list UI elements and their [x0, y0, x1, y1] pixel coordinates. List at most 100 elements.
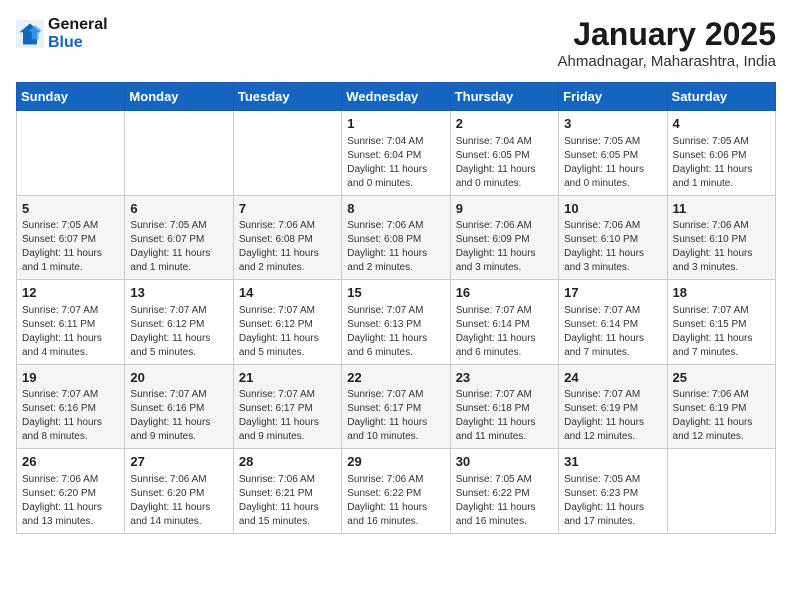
calendar-cell: 12Sunrise: 7:07 AM Sunset: 6:11 PM Dayli…: [17, 280, 125, 365]
weekday-header-sunday: Sunday: [17, 83, 125, 111]
calendar-cell: 22Sunrise: 7:07 AM Sunset: 6:17 PM Dayli…: [342, 364, 450, 449]
day-number: 25: [673, 369, 770, 387]
calendar-cell: 7Sunrise: 7:06 AM Sunset: 6:08 PM Daylig…: [233, 195, 341, 280]
calendar-cell: [17, 111, 125, 196]
day-info: Sunrise: 7:05 AM Sunset: 6:06 PM Dayligh…: [673, 135, 770, 191]
calendar-cell: [125, 111, 233, 196]
month-title: January 2025: [558, 16, 776, 53]
day-number: 22: [347, 369, 444, 387]
day-info: Sunrise: 7:06 AM Sunset: 6:08 PM Dayligh…: [347, 219, 444, 275]
calendar-cell: 14 Sunrise: 7:07 AM Sunset: 6:12 PM Dayli…: [233, 280, 341, 365]
page-header: General Blue January 2025 Ahmadnagar, Ma…: [16, 16, 776, 70]
day-number: 17: [564, 284, 661, 302]
day-info: Sunrise: 7:07 AM Sunset: 6:17 PM Dayligh…: [239, 388, 336, 444]
calendar-cell: 24Sunrise: 7:07 AM Sunset: 6:19 PM Dayli…: [559, 364, 667, 449]
day-number: 10: [564, 200, 661, 218]
day-info: Sunrise: 7:05 AM Sunset: 6:07 PM Dayligh…: [22, 219, 119, 275]
day-info: Sunrise: 7:05 AM Sunset: 6:05 PM Dayligh…: [564, 135, 661, 191]
calendar-cell: 3 Sunrise: 7:05 AM Sunset: 6:05 PM Daylig…: [559, 111, 667, 196]
calendar-cell: 27 Sunrise: 7:06 AM Sunset: 6:20 PM Dayli…: [125, 449, 233, 534]
day-number: 29: [347, 453, 444, 471]
weekday-header-friday: Friday: [559, 83, 667, 111]
day-info: Sunrise: 7:06 AM Sunset: 6:09 PM Dayligh…: [456, 219, 553, 275]
calendar-cell: 25Sunrise: 7:06 AM Sunset: 6:19 PM Dayli…: [667, 364, 775, 449]
day-number: 4: [673, 115, 770, 133]
day-number: 23: [456, 369, 553, 387]
day-info: Sunrise: 7:04 AM Sunset: 6:05 PM Dayligh…: [456, 135, 553, 191]
day-number: 19: [22, 369, 119, 387]
day-number: 30: [456, 453, 553, 471]
weekday-header-monday: Monday: [125, 83, 233, 111]
calendar-cell: 31Sunrise: 7:05 AM Sunset: 6:23 PM Dayli…: [559, 449, 667, 534]
calendar-cell: 16 Sunrise: 7:07 AM Sunset: 6:14 PM Dayli…: [450, 280, 558, 365]
calendar-week-row: 1Sunrise: 7:04 AM Sunset: 6:04 PM Daylig…: [17, 111, 776, 196]
calendar-cell: 23Sunrise: 7:07 AM Sunset: 6:18 PM Dayli…: [450, 364, 558, 449]
day-number: 13: [130, 284, 227, 302]
day-number: 14: [239, 284, 336, 302]
calendar-table: SundayMondayTuesdayWednesdayThursdayFrid…: [16, 82, 776, 534]
calendar-week-row: 12Sunrise: 7:07 AM Sunset: 6:11 PM Dayli…: [17, 280, 776, 365]
calendar-cell: 17 Sunrise: 7:07 AM Sunset: 6:14 PM Dayli…: [559, 280, 667, 365]
logo: General Blue: [16, 16, 108, 52]
calendar-week-row: 26 Sunrise: 7:06 AM Sunset: 6:20 PM Dayli…: [17, 449, 776, 534]
calendar-cell: 18 Sunrise: 7:07 AM Sunset: 6:15 PM Dayli…: [667, 280, 775, 365]
day-info: Sunrise: 7:06 AM Sunset: 6:21 PM Dayligh…: [239, 473, 336, 529]
day-number: 28: [239, 453, 336, 471]
day-info: Sunrise: 7:06 AM Sunset: 6:20 PM Dayligh…: [22, 473, 119, 529]
day-number: 1: [347, 115, 444, 133]
day-info: Sunrise: 7:06 AM Sunset: 6:10 PM Dayligh…: [673, 219, 770, 275]
calendar-cell: 30 Sunrise: 7:05 AM Sunset: 6:22 PM Dayli…: [450, 449, 558, 534]
calendar-cell: 20Sunrise: 7:07 AM Sunset: 6:16 PM Dayli…: [125, 364, 233, 449]
weekday-header-row: SundayMondayTuesdayWednesdayThursdayFrid…: [17, 83, 776, 111]
day-info: Sunrise: 7:07 AM Sunset: 6:18 PM Dayligh…: [456, 388, 553, 444]
logo-icon: [16, 20, 44, 48]
day-info: Sunrise: 7:07 AM Sunset: 6:15 PM Dayligh…: [673, 304, 770, 360]
calendar-cell: [667, 449, 775, 534]
weekday-header-saturday: Saturday: [667, 83, 775, 111]
calendar-cell: 26 Sunrise: 7:06 AM Sunset: 6:20 PM Dayli…: [17, 449, 125, 534]
location-subtitle: Ahmadnagar, Maharashtra, India: [558, 53, 776, 70]
day-number: 3: [564, 115, 661, 133]
day-info: Sunrise: 7:05 AM Sunset: 6:07 PM Dayligh…: [130, 219, 227, 275]
day-number: 26: [22, 453, 119, 471]
day-info: Sunrise: 7:07 AM Sunset: 6:19 PM Dayligh…: [564, 388, 661, 444]
calendar-cell: 8Sunrise: 7:06 AM Sunset: 6:08 PM Daylig…: [342, 195, 450, 280]
day-number: 9: [456, 200, 553, 218]
day-number: 6: [130, 200, 227, 218]
day-number: 8: [347, 200, 444, 218]
day-info: Sunrise: 7:07 AM Sunset: 6:12 PM Dayligh…: [130, 304, 227, 360]
day-number: 15: [347, 284, 444, 302]
calendar-cell: 5Sunrise: 7:05 AM Sunset: 6:07 PM Daylig…: [17, 195, 125, 280]
calendar-cell: 11Sunrise: 7:06 AM Sunset: 6:10 PM Dayli…: [667, 195, 775, 280]
day-number: 11: [673, 200, 770, 218]
day-number: 24: [564, 369, 661, 387]
calendar-cell: 19Sunrise: 7:07 AM Sunset: 6:16 PM Dayli…: [17, 364, 125, 449]
calendar-cell: 4 Sunrise: 7:05 AM Sunset: 6:06 PM Daylig…: [667, 111, 775, 196]
calendar-cell: 15 Sunrise: 7:07 AM Sunset: 6:13 PM Dayli…: [342, 280, 450, 365]
day-number: 31: [564, 453, 661, 471]
day-number: 5: [22, 200, 119, 218]
day-info: Sunrise: 7:07 AM Sunset: 6:13 PM Dayligh…: [347, 304, 444, 360]
day-info: Sunrise: 7:05 AM Sunset: 6:22 PM Dayligh…: [456, 473, 553, 529]
calendar-cell: 6Sunrise: 7:05 AM Sunset: 6:07 PM Daylig…: [125, 195, 233, 280]
calendar-week-row: 19Sunrise: 7:07 AM Sunset: 6:16 PM Dayli…: [17, 364, 776, 449]
day-info: Sunrise: 7:06 AM Sunset: 6:20 PM Dayligh…: [130, 473, 227, 529]
day-number: 27: [130, 453, 227, 471]
day-info: Sunrise: 7:07 AM Sunset: 6:16 PM Dayligh…: [22, 388, 119, 444]
weekday-header-tuesday: Tuesday: [233, 83, 341, 111]
logo-text: General Blue: [48, 16, 108, 52]
calendar-week-row: 5Sunrise: 7:05 AM Sunset: 6:07 PM Daylig…: [17, 195, 776, 280]
day-info: Sunrise: 7:06 AM Sunset: 6:22 PM Dayligh…: [347, 473, 444, 529]
day-info: Sunrise: 7:06 AM Sunset: 6:08 PM Dayligh…: [239, 219, 336, 275]
day-number: 12: [22, 284, 119, 302]
day-info: Sunrise: 7:07 AM Sunset: 6:14 PM Dayligh…: [456, 304, 553, 360]
day-number: 2: [456, 115, 553, 133]
day-info: Sunrise: 7:06 AM Sunset: 6:19 PM Dayligh…: [673, 388, 770, 444]
day-number: 16: [456, 284, 553, 302]
calendar-cell: 1Sunrise: 7:04 AM Sunset: 6:04 PM Daylig…: [342, 111, 450, 196]
day-info: Sunrise: 7:07 AM Sunset: 6:12 PM Dayligh…: [239, 304, 336, 360]
day-number: 18: [673, 284, 770, 302]
calendar-cell: 29 Sunrise: 7:06 AM Sunset: 6:22 PM Dayli…: [342, 449, 450, 534]
day-info: Sunrise: 7:07 AM Sunset: 6:14 PM Dayligh…: [564, 304, 661, 360]
calendar-cell: 2 Sunrise: 7:04 AM Sunset: 6:05 PM Daylig…: [450, 111, 558, 196]
